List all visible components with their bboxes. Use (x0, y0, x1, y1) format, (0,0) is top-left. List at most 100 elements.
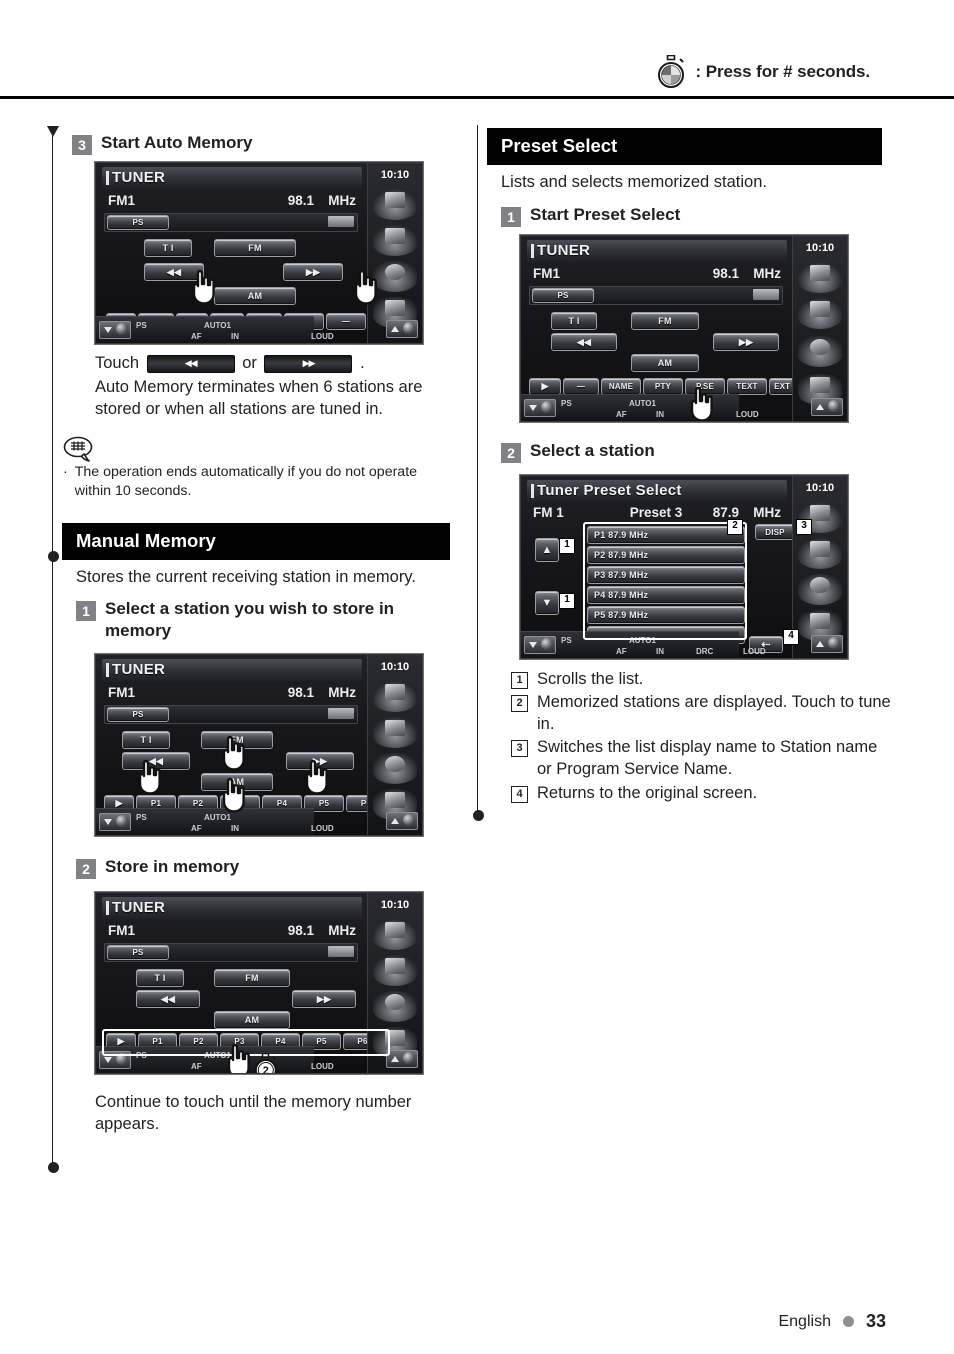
audio-icon[interactable] (373, 991, 417, 1022)
seek-forward-button[interactable]: ▶▶ (713, 333, 779, 351)
ti-button[interactable]: T I (122, 731, 170, 749)
fm-button[interactable]: FM (214, 969, 290, 987)
status-in: IN (231, 824, 239, 833)
am-button[interactable]: AM (214, 287, 296, 305)
status-auto: AUTO1 (204, 813, 231, 822)
callout-return: 4 (783, 629, 799, 645)
title-tick-icon (531, 244, 534, 258)
audio-icon[interactable] (373, 753, 417, 784)
status-loud: LOUD (311, 1062, 334, 1071)
volume-down-knob[interactable] (99, 321, 131, 339)
legend-text: Switches the list display name to Statio… (537, 738, 878, 779)
frequency-unit: MHz (753, 505, 781, 520)
legend-number: 3 (511, 740, 528, 758)
seek-back-button[interactable]: ◀◀ (136, 990, 200, 1008)
section-preset-select: Preset Select (487, 128, 882, 165)
flow-end-dot (47, 550, 59, 562)
stopwatch-icon (656, 55, 686, 88)
setup-icon[interactable] (798, 298, 842, 329)
status-auto: AUTO1 (629, 399, 656, 408)
preset-label: Preset 3 (629, 505, 683, 520)
touch-hand-fm-icon (216, 735, 250, 771)
caption-or-word: or (242, 354, 257, 372)
callout-list: 2 (727, 519, 743, 535)
volume-up-knob[interactable] (386, 812, 418, 830)
setup-icon[interactable] (373, 717, 417, 748)
header-note-text: : Press for # seconds. (695, 61, 871, 81)
ps-button[interactable]: PS (107, 215, 169, 230)
volume-up-knob[interactable] (386, 1050, 418, 1068)
source-icon[interactable] (373, 681, 417, 712)
ti-button[interactable]: T I (551, 312, 597, 330)
volume-up-knob[interactable] (386, 320, 418, 338)
screen-ps-row: PS (104, 705, 358, 724)
source-icon[interactable] (798, 262, 842, 293)
signal-icon (328, 708, 354, 719)
name-button[interactable]: NAME (601, 378, 641, 395)
ti-button[interactable]: T I (136, 969, 184, 987)
screen-info-row: FM1 98.1 MHz (104, 923, 358, 943)
knob-dial-icon (403, 814, 415, 826)
ti-button[interactable]: T I (144, 239, 192, 257)
frequency-value: 98.1 (712, 266, 739, 281)
disp-button[interactable]: DISP (755, 524, 795, 540)
volume-down-knob[interactable] (524, 399, 556, 417)
ps-button[interactable]: PS (107, 945, 169, 960)
screen-title: TUNER (537, 242, 591, 259)
volume-up-knob[interactable] (811, 635, 843, 653)
step-title: Start Auto Memory (101, 133, 253, 152)
frequency-value: 98.1 (287, 685, 314, 700)
step-start-preset-select: 1 Start Preset Select (501, 204, 881, 227)
screen-sidebar: 10:10 (367, 163, 422, 343)
status-af: AF (191, 332, 202, 341)
ps-button[interactable]: PS (532, 288, 594, 303)
seek-forward-button[interactable]: ▶▶ (292, 990, 356, 1008)
inline-seek-back-key: ◀◀ (146, 354, 235, 373)
setup-icon[interactable] (373, 955, 417, 986)
callout-scroll-up: 1 (559, 538, 575, 554)
setup-icon[interactable] (798, 538, 842, 569)
audio-icon[interactable] (798, 574, 842, 605)
screen-clock: 10:10 (380, 899, 410, 911)
play-button[interactable]: ▶ (529, 378, 561, 395)
frequency-value: 98.1 (287, 923, 314, 938)
seek-forward-button[interactable]: ▶▶ (283, 263, 343, 281)
scroll-up-button[interactable]: ▲ (535, 538, 559, 562)
scroll-down-button[interactable]: ▼ (535, 591, 559, 615)
page-footer: English 33 (778, 1311, 886, 1332)
caption-touch-line: Touch ◀◀ or ▶▶ . (95, 353, 455, 375)
text-button[interactable]: TEXT (727, 378, 767, 395)
bullet-dot-icon: · (63, 464, 68, 480)
callout-scroll-down: 1 (559, 593, 575, 609)
volume-down-knob[interactable] (524, 636, 556, 654)
blank-button-2[interactable]: — (326, 313, 366, 330)
note-bullet: · The operation ends automatically if yo… (63, 463, 453, 502)
frequency-unit: MHz (328, 923, 356, 938)
screen-info-row: FM1 98.1 MHz (104, 193, 358, 213)
knob-dial-icon (116, 815, 128, 827)
screen-info-row: FM1 98.1 MHz (104, 685, 358, 705)
ps-button[interactable]: PS (107, 707, 169, 722)
knob-dial-icon (116, 323, 128, 335)
source-icon[interactable] (373, 919, 417, 950)
audio-icon[interactable] (798, 336, 842, 367)
screen-title: TUNER (112, 169, 166, 186)
fm-button[interactable]: FM (631, 312, 699, 330)
seek-back-button[interactable]: ◀◀ (551, 333, 617, 351)
am-button[interactable]: AM (214, 1011, 290, 1029)
band-label: FM1 (108, 193, 135, 208)
band-label: FM 1 (533, 505, 564, 520)
volume-down-knob[interactable] (99, 813, 131, 831)
pty-button[interactable]: PTY (643, 378, 683, 395)
setup-icon[interactable] (373, 225, 417, 256)
note-bullet-text: The operation ends automatically if you … (74, 464, 418, 500)
band-label: FM1 (533, 266, 560, 281)
step-title: Start Preset Select (530, 205, 681, 224)
volume-up-knob[interactable] (811, 398, 843, 416)
source-icon[interactable] (373, 189, 417, 220)
blank-button[interactable]: — (563, 378, 599, 395)
am-button[interactable]: AM (631, 354, 699, 372)
fm-button[interactable]: FM (214, 239, 296, 257)
signal-icon (328, 216, 354, 227)
down-arrow-icon (529, 405, 537, 411)
